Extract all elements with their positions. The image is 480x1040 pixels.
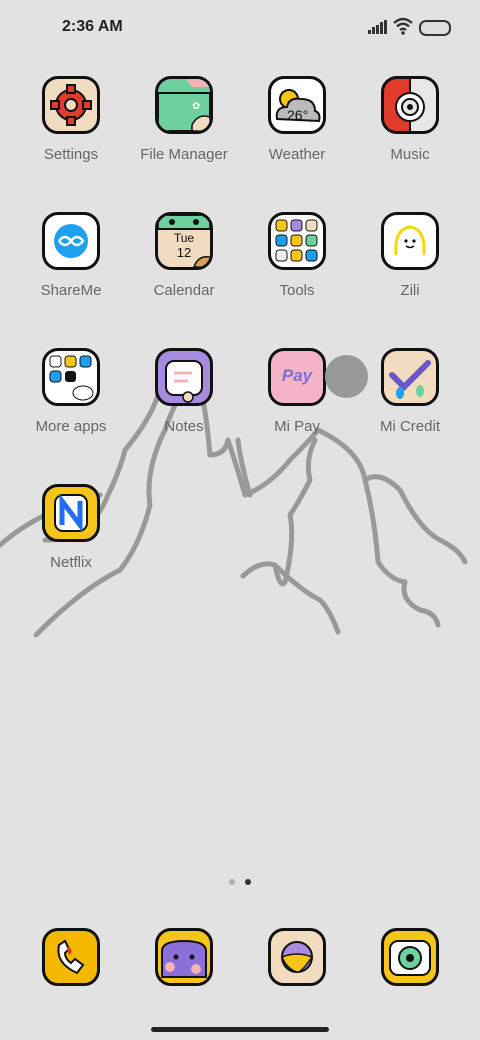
mi-pay-logo: Pay xyxy=(281,366,313,385)
app-label: Calendar xyxy=(153,282,215,299)
app-netflix[interactable]: Netflix xyxy=(21,484,121,571)
zili-icon xyxy=(381,212,439,270)
weather-temp: 26° xyxy=(287,107,309,123)
app-tools[interactable]: Tools xyxy=(247,212,347,299)
weather-icon: 26° xyxy=(268,76,326,134)
settings-icon xyxy=(42,76,100,134)
netflix-icon xyxy=(42,484,100,542)
app-mi-credit[interactable]: Mi Credit xyxy=(360,348,460,435)
more-apps-folder-icon xyxy=(42,348,100,406)
mi-pay-icon: Pay xyxy=(268,348,326,406)
app-label: Mi Credit xyxy=(379,418,440,435)
app-settings[interactable]: Settings xyxy=(21,76,121,163)
browser-icon xyxy=(268,928,326,986)
folder-icon: ✿ xyxy=(155,76,213,134)
app-more-apps[interactable]: More apps xyxy=(21,348,121,435)
calendar-day: Tue xyxy=(173,231,195,245)
calendar-date: 12 xyxy=(176,245,192,260)
app-music[interactable]: Music xyxy=(360,76,460,163)
page-dot-2-active[interactable] xyxy=(245,879,251,885)
app-label: More apps xyxy=(35,418,107,435)
svg-text:✿: ✿ xyxy=(192,101,200,112)
page-dot-1[interactable] xyxy=(229,879,235,885)
app-label: Zili xyxy=(400,282,420,299)
app-notes[interactable]: Notes xyxy=(134,348,234,435)
app-file-manager[interactable]: ✿ File Manager xyxy=(134,76,234,163)
app-label: Notes xyxy=(164,418,204,435)
app-weather[interactable]: 26° Weather xyxy=(247,76,347,163)
app-label: Mi Pay xyxy=(274,418,320,435)
app-label: Music xyxy=(390,146,430,163)
app-label: ShareMe xyxy=(40,282,102,299)
app-label: Settings xyxy=(43,146,99,163)
calendar-icon: Tue 12 xyxy=(155,212,213,270)
music-icon xyxy=(381,76,439,134)
camera-icon xyxy=(381,928,439,986)
notes-icon xyxy=(155,348,213,406)
app-calendar[interactable]: Tue 12 Calendar xyxy=(134,212,234,299)
shareme-icon xyxy=(42,212,100,270)
app-label: File Manager xyxy=(140,146,228,163)
dock-camera[interactable] xyxy=(360,928,460,986)
dock-messages[interactable] xyxy=(134,928,234,986)
app-label: Netflix xyxy=(50,554,92,571)
touch-indicator xyxy=(325,355,368,398)
messages-icon xyxy=(155,928,213,986)
app-label: Tools xyxy=(279,282,315,299)
mi-credit-icon xyxy=(381,348,439,406)
home-indicator[interactable] xyxy=(151,1027,329,1032)
tools-folder-icon xyxy=(268,212,326,270)
phone-icon xyxy=(42,928,100,986)
dock-phone[interactable] xyxy=(21,928,121,986)
dock-browser[interactable] xyxy=(247,928,347,986)
app-label: Weather xyxy=(268,146,326,163)
app-zili[interactable]: Zili xyxy=(360,212,460,299)
app-shareme[interactable]: ShareMe xyxy=(21,212,121,299)
